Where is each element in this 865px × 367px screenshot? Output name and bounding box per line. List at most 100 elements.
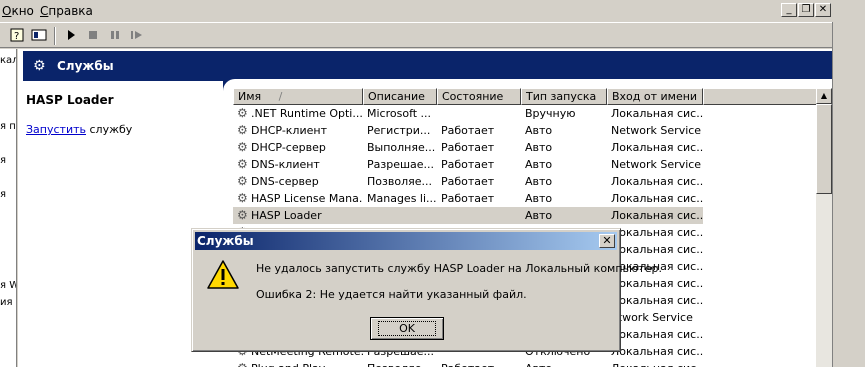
ok-button[interactable]: OK [370,317,444,340]
list-header: Имя / Описание Состояние Тип запуска Вхо… [233,88,817,105]
stop-icon[interactable] [84,27,102,45]
cell-startup-type: Авто [521,139,607,156]
cell-description-text: Разрешае... [367,158,435,171]
cell-name: ⚙ DHCP-сервер [233,139,363,156]
column-header-status[interactable]: Состояние [437,88,521,105]
restart-icon[interactable] [128,27,146,45]
cell-name-text: DNS-сервер [251,175,319,188]
table-row[interactable]: ⚙ HASP License Mana... Manages li... Работа… [233,190,817,207]
cell-startup-type-text: Авто [525,362,552,367]
cell-startup-type-text: Авто [525,158,553,171]
toolbar: ? [0,22,832,48]
window-frame-right [832,22,865,367]
cell-logon-as-text: Локальная сис... [611,209,703,222]
minimize-button[interactable]: _ [781,3,797,17]
vertical-scrollbar[interactable]: ▲ [816,88,832,367]
cell-description: Позволяе... [363,173,437,190]
cell-logon-as: Локальная сис... [607,207,703,224]
window-controls: _ ❐ ✕ [781,3,831,17]
pause-icon[interactable] [106,27,124,45]
tree-item[interactable]: кал [0,55,16,66]
cell-logon-as-text: Локальная сис... [611,328,703,341]
service-gear-icon: ⚙ [237,208,248,222]
cell-description: Microsoft ... [363,105,437,122]
table-row[interactable]: ⚙ .NET Runtime Opti... Microsoft ... Вручну… [233,105,817,122]
console-tree[interactable]: кал я пр я я я WM ия [0,49,17,367]
column-header-name[interactable]: Имя / [233,88,363,105]
page-title: Службы [57,59,114,73]
cell-name-text: DNS-клиент [251,158,320,171]
table-row[interactable]: ⚙Plug and Play Позволяе... Работает Авто Лок… [233,360,817,367]
column-header-description[interactable]: Описание [363,88,437,105]
column-header-startup-type[interactable]: Тип запуска [521,88,607,105]
table-row[interactable]: ⚙ DHCP-сервер Выполняе... Работает Авто Локал… [233,139,817,156]
cell-startup-type-text: Авто [525,192,553,205]
cell-logon-as: Локальная сис... [607,139,703,156]
start-service-suffix: службу [86,123,133,136]
cell-logon-as: Network Service [607,122,703,139]
services-header: ⚙ Службы [23,51,832,81]
start-service-link[interactable]: Запустить [26,123,86,136]
cell-status: Работает [437,156,521,173]
cell-logon-as: Локальная сис... [607,292,703,309]
tree-item[interactable]: я пр [0,121,16,132]
cell-name-text: DHCP-сервер [251,141,326,154]
scroll-thumb[interactable] [816,104,832,194]
close-button[interactable]: ✕ [815,3,831,17]
warning-icon [206,259,240,294]
cell-startup-type-text: Авто [525,209,553,222]
ok-button-label: OK [378,321,436,336]
cell-startup-type: Авто [521,122,607,139]
table-row[interactable]: ⚙ DNS-клиент Разрешае... Работает Авто Networ… [233,156,817,173]
help-icon[interactable]: ? [8,27,26,45]
menu-help[interactable]: Справка [40,4,93,18]
tree-item[interactable]: я [0,189,6,200]
column-header-logon-as[interactable]: Вход от имени [607,88,703,105]
cell-startup-type: Авто [521,156,607,173]
cell-name-text: .NET Runtime Opti... [251,107,363,120]
cell-name: ⚙ DNS-сервер [233,173,363,190]
cell-logon-as-text: Локальная сис... [611,175,703,188]
cell-startup-type-text: Авто [525,124,553,137]
cell-logon-as-text: Локальная сис... [611,362,703,367]
scroll-up-arrow-icon[interactable]: ▲ [816,88,832,104]
tree-item[interactable]: я WM [0,280,16,291]
cell-description: Разрешае... [363,156,437,173]
dialog-close-button[interactable]: ✕ [599,234,615,248]
service-gear-icon: ⚙ [237,360,251,367]
dialog-error-detail: Ошибка 2: Не удается найти указанный фай… [256,288,527,301]
tree-item[interactable]: ия [0,297,13,308]
cell-startup-type: Вручную [521,105,607,122]
menu-window[interactable]: Окно [2,4,34,18]
cell-name: ⚙ DNS-клиент [233,156,363,173]
dialog-message: Не удалось запустить службу HASP Loader … [256,262,662,275]
cell-logon-as: Локальная сис... [607,241,703,258]
dialog-title-bar: Службы ✕ [195,232,617,250]
extended-view-panel: HASP Loader Запустить службу [26,93,226,136]
cell-description [363,207,437,224]
cell-description-text: Позволяе... [367,362,432,367]
table-row[interactable]: ⚙ DNS-сервер Позволяе... Работает Авто Локаль… [233,173,817,190]
view-icon[interactable] [30,27,48,45]
cell-description-text: Manages li... [367,192,437,205]
cell-logon-as: Локальная сис... [607,190,703,207]
cell-startup-type: Авто [521,360,607,367]
cell-startup-type-text: Вручную [525,107,576,120]
cell-description: Выполняе... [363,139,437,156]
cell-status: Работает [437,122,521,139]
table-row[interactable]: ⚙ HASP Loader Авто Локальная сис... [233,207,817,224]
play-icon[interactable] [62,27,80,45]
service-gear-icon: ⚙ [237,123,248,137]
column-header-spacer [703,88,817,105]
cell-status: Работает [437,173,521,190]
cell-startup-type-text: Авто [525,141,553,154]
table-row[interactable]: ⚙ DHCP-клиент Регистри... Работает Авто Netwo… [233,122,817,139]
cell-description-text: Позволяе... [367,175,432,188]
cell-logon-as: etwork Service [607,309,703,326]
cell-name-text: Plug and Play [251,362,325,367]
restore-button[interactable]: ❐ [798,3,814,17]
tree-item[interactable]: я [0,155,6,166]
service-gear-icon: ⚙ [237,174,248,188]
cell-status: Работает [437,190,521,207]
cell-logon-as: Локальная сис... [607,275,703,292]
